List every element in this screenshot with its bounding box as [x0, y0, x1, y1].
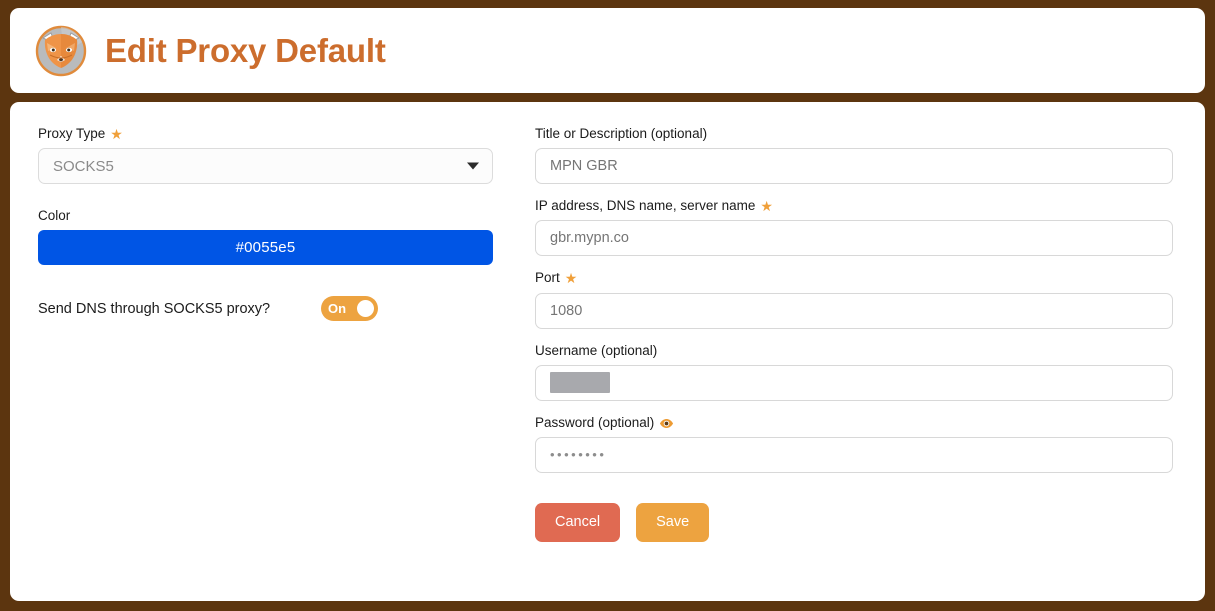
- port-field: Port ★: [535, 270, 1173, 329]
- password-label: Password (optional): [535, 415, 1173, 431]
- form-right-column: Title or Description (optional) IP addre…: [535, 126, 1173, 581]
- form-left-column: Proxy Type ★ SOCKS5 Color #0055e5 Send D…: [38, 126, 503, 581]
- port-input[interactable]: [535, 292, 1173, 329]
- form-actions: Cancel Save: [535, 502, 1173, 542]
- eye-icon[interactable]: [659, 417, 674, 429]
- username-input[interactable]: [535, 364, 1173, 401]
- proxy-type-label-text: Proxy Type: [38, 126, 106, 141]
- password-label-text: Password (optional): [535, 414, 655, 430]
- proxy-type-select[interactable]: SOCKS5: [38, 148, 493, 185]
- port-label: Port ★: [535, 270, 1173, 286]
- proxy-edit-form: Proxy Type ★ SOCKS5 Color #0055e5 Send D…: [10, 102, 1205, 601]
- title-description-label-text: Title or Description (optional): [535, 126, 708, 141]
- color-label-text: Color: [38, 208, 71, 224]
- color-swatch-button[interactable]: #0055e5: [38, 230, 493, 266]
- username-field: Username (optional): [535, 343, 1173, 401]
- cancel-button[interactable]: Cancel: [535, 502, 621, 542]
- foxyproxy-fox-logo-icon: [34, 24, 88, 78]
- host-label-text: IP address, DNS name, server name: [535, 198, 756, 214]
- username-label: Username (optional): [535, 343, 1173, 359]
- title-description-field: Title or Description (optional): [535, 126, 1173, 185]
- proxy-type-select-value[interactable]: SOCKS5: [38, 148, 493, 185]
- title-description-label: Title or Description (optional): [535, 126, 1173, 142]
- username-redaction-block: [550, 372, 610, 394]
- dns-toggle-label: Send DNS through SOCKS5 proxy?: [38, 300, 271, 317]
- port-label-text: Port: [535, 270, 560, 286]
- password-field: Password (optional) ••••••••: [535, 415, 1173, 473]
- proxy-type-field: Proxy Type ★ SOCKS5: [38, 126, 503, 185]
- dns-toggle-switch[interactable]: On: [321, 296, 378, 322]
- dns-toggle-row: Send DNS through SOCKS5 proxy? On: [38, 296, 503, 322]
- chevron-down-icon[interactable]: [467, 162, 479, 170]
- save-button[interactable]: Save: [636, 502, 710, 542]
- host-field: IP address, DNS name, server name ★: [535, 198, 1173, 257]
- star-icon: ★: [564, 270, 578, 287]
- password-masked-value: ••••••••: [550, 447, 607, 463]
- host-label: IP address, DNS name, server name ★: [535, 198, 1173, 214]
- toggle-knob[interactable]: [357, 300, 374, 318]
- color-label: Color: [38, 208, 503, 224]
- username-label-text: Username (optional): [535, 342, 658, 358]
- host-input[interactable]: [535, 220, 1173, 257]
- password-input[interactable]: ••••••••: [535, 436, 1173, 473]
- color-field: Color #0055e5: [38, 208, 503, 266]
- page-title: Edit Proxy Default: [105, 32, 386, 69]
- title-description-input[interactable]: [535, 148, 1173, 185]
- proxy-type-label: Proxy Type ★: [38, 126, 503, 142]
- dns-toggle-state: On: [328, 301, 347, 317]
- page-header: Edit Proxy Default: [10, 8, 1205, 93]
- star-icon: ★: [110, 126, 123, 143]
- star-icon: ★: [760, 198, 773, 215]
